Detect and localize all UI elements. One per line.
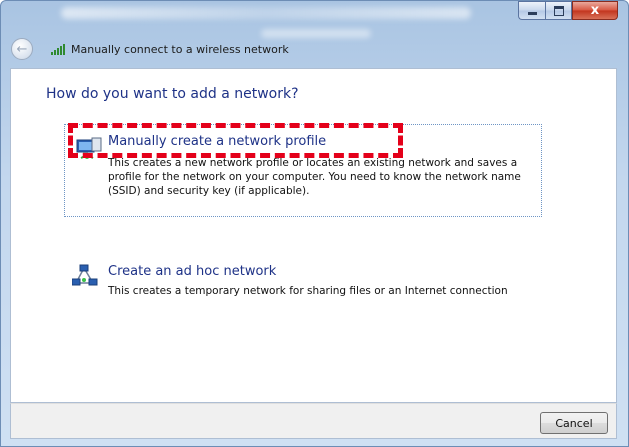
maximize-button[interactable] (545, 1, 572, 20)
option-manual-profile-title[interactable]: Manually create a network profile (108, 134, 326, 149)
maximize-icon (553, 5, 564, 16)
option-manual-profile-description: This creates a new network profile or lo… (108, 157, 521, 197)
close-icon: x (590, 3, 600, 18)
back-button[interactable]: ← (11, 38, 33, 60)
title-bar[interactable]: x (1, 1, 628, 38)
blurred-background-text (61, 7, 471, 19)
close-button[interactable]: x (572, 1, 618, 20)
content-pane (10, 68, 617, 403)
option-ad-hoc-description: This creates a temporary network for sha… (108, 285, 508, 297)
dialog-footer (10, 403, 617, 439)
option-ad-hoc-title[interactable]: Create an ad hoc network (108, 264, 276, 279)
network-profile-icon (76, 137, 102, 159)
wireless-signal-icon (51, 43, 65, 55)
ad-hoc-network-icon (72, 264, 98, 286)
caption-buttons: x (518, 1, 618, 20)
back-arrow-icon: ← (16, 41, 28, 57)
minimize-button[interactable] (518, 1, 545, 20)
minimize-icon (527, 12, 537, 15)
cancel-button[interactable]: Cancel (540, 412, 608, 434)
navigation-bar: ← Manually connect to a wireless network (11, 37, 289, 61)
window-title: Manually connect to a wireless network (71, 42, 289, 56)
page-heading: How do you want to add a network? (46, 86, 299, 102)
